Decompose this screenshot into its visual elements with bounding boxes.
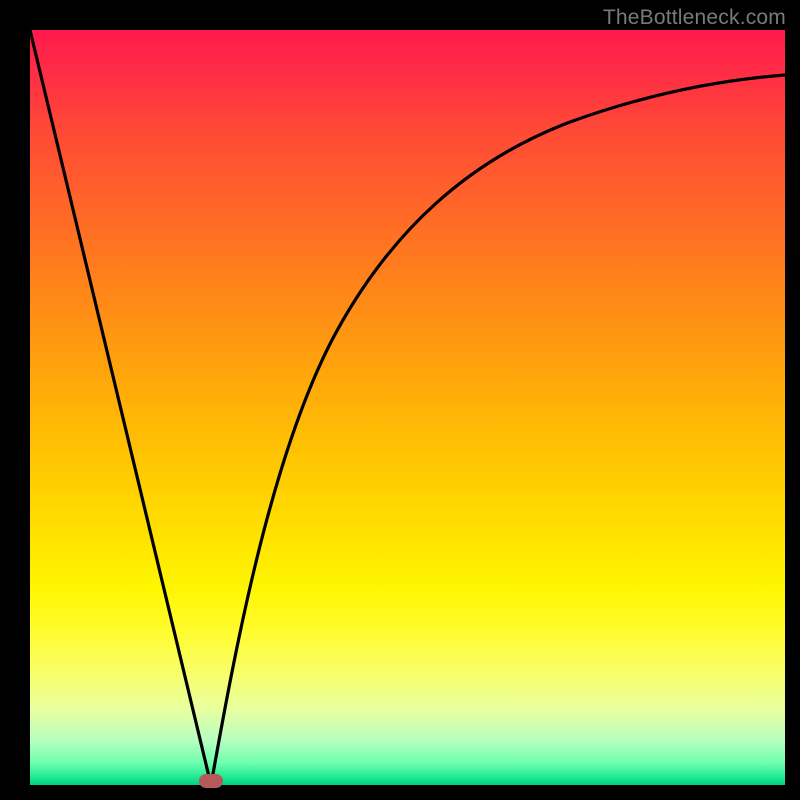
curve-left-branch — [30, 30, 211, 785]
curve-right-branch — [211, 75, 785, 785]
optimum-marker — [199, 774, 223, 788]
watermark-text: TheBottleneck.com — [603, 6, 786, 30]
plot-area — [30, 30, 785, 785]
curve-layer — [30, 30, 785, 785]
chart-frame: TheBottleneck.com — [0, 0, 800, 800]
